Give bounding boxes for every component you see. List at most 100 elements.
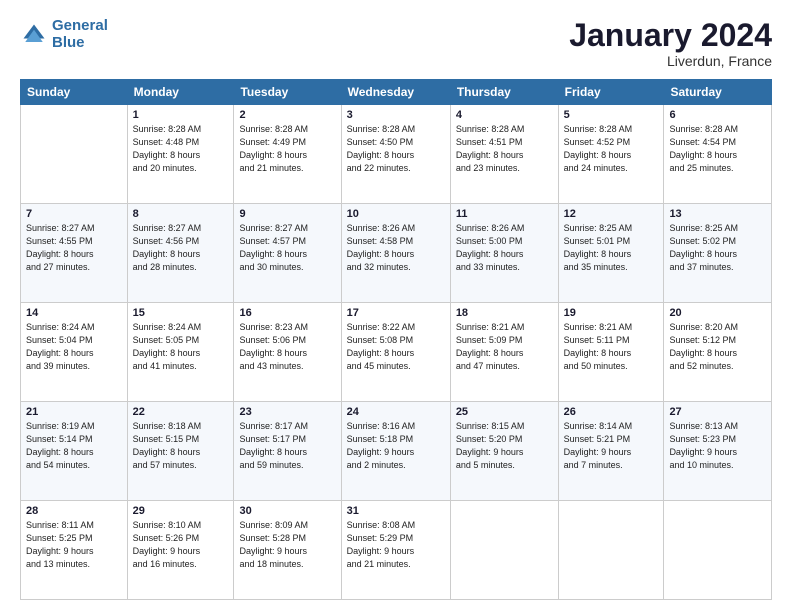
day-info: Sunrise: 8:23 AMSunset: 5:06 PMDaylight:… xyxy=(239,321,335,373)
calendar-cell: 11Sunrise: 8:26 AMSunset: 5:00 PMDayligh… xyxy=(450,204,558,303)
day-number: 15 xyxy=(133,307,229,319)
weekday-header-tuesday: Tuesday xyxy=(234,80,341,105)
day-number: 5 xyxy=(564,109,659,121)
day-number: 10 xyxy=(347,208,445,220)
calendar-cell: 28Sunrise: 8:11 AMSunset: 5:25 PMDayligh… xyxy=(21,501,128,600)
day-info: Sunrise: 8:21 AMSunset: 5:11 PMDaylight:… xyxy=(564,321,659,373)
calendar-header-row: SundayMondayTuesdayWednesdayThursdayFrid… xyxy=(21,80,772,105)
day-number: 7 xyxy=(26,208,122,220)
day-info: Sunrise: 8:13 AMSunset: 5:23 PMDaylight:… xyxy=(669,420,766,472)
calendar-cell: 27 Sunrise: 8:13 AMSunset: 5:23 PMDayligh… xyxy=(664,402,772,501)
calendar-cell: 30Sunrise: 8:09 AMSunset: 5:28 PMDayligh… xyxy=(234,501,341,600)
calendar-week-row: 21 Sunrise: 8:19 AMSunset: 5:14 PMDayligh… xyxy=(21,402,772,501)
calendar-cell: 21 Sunrise: 8:19 AMSunset: 5:14 PMDayligh… xyxy=(21,402,128,501)
day-number: 4 xyxy=(456,109,553,121)
day-number: 23 xyxy=(239,406,335,418)
location: Liverdun, France xyxy=(569,53,772,69)
weekday-header-wednesday: Wednesday xyxy=(341,80,450,105)
calendar-cell: 2 Sunrise: 8:28 AMSunset: 4:49 PMDaylight… xyxy=(234,105,341,204)
calendar-cell: 4 Sunrise: 8:28 AMSunset: 4:51 PMDaylight… xyxy=(450,105,558,204)
day-number: 17 xyxy=(347,307,445,319)
day-info: Sunrise: 8:19 AMSunset: 5:14 PMDaylight:… xyxy=(26,420,122,472)
day-number: 16 xyxy=(239,307,335,319)
day-info: Sunrise: 8:28 AMSunset: 4:52 PMDaylight:… xyxy=(564,123,659,175)
calendar-cell: 17 Sunrise: 8:22 AMSunset: 5:08 PMDayligh… xyxy=(341,303,450,402)
day-number: 8 xyxy=(133,208,229,220)
weekday-header-saturday: Saturday xyxy=(664,80,772,105)
calendar-cell: 6 Sunrise: 8:28 AMSunset: 4:54 PMDaylight… xyxy=(664,105,772,204)
logo-line1: General xyxy=(52,17,108,34)
calendar-body: 1Sunrise: 8:28 AMSunset: 4:48 PMDaylight… xyxy=(21,105,772,600)
day-number: 9 xyxy=(239,208,335,220)
day-number: 2 xyxy=(239,109,335,121)
calendar-cell xyxy=(558,501,664,600)
day-number: 27 xyxy=(669,406,766,418)
calendar-cell xyxy=(664,501,772,600)
calendar-cell: 26Sunrise: 8:14 AMSunset: 5:21 PMDayligh… xyxy=(558,402,664,501)
calendar-cell: 14Sunrise: 8:24 AMSunset: 5:04 PMDayligh… xyxy=(21,303,128,402)
calendar-week-row: 1Sunrise: 8:28 AMSunset: 4:48 PMDaylight… xyxy=(21,105,772,204)
title-block: January 2024 Liverdun, France xyxy=(569,18,772,69)
day-info: Sunrise: 8:22 AMSunset: 5:08 PMDaylight:… xyxy=(347,321,445,373)
day-info: Sunrise: 8:25 AMSunset: 5:01 PMDaylight:… xyxy=(564,222,659,274)
calendar-cell: 1Sunrise: 8:28 AMSunset: 4:48 PMDaylight… xyxy=(127,105,234,204)
logo-text: General Blue xyxy=(52,18,108,51)
calendar-cell: 18 Sunrise: 8:21 AMSunset: 5:09 PMDayligh… xyxy=(450,303,558,402)
day-info: Sunrise: 8:11 AMSunset: 5:25 PMDaylight:… xyxy=(26,519,122,571)
calendar-cell: 31 Sunrise: 8:08 AMSunset: 5:29 PMDayligh… xyxy=(341,501,450,600)
day-info: Sunrise: 8:27 AMSunset: 4:56 PMDaylight:… xyxy=(133,222,229,274)
page: General Blue January 2024 Liverdun, Fran… xyxy=(0,0,792,612)
calendar-cell: 23Sunrise: 8:17 AMSunset: 5:17 PMDayligh… xyxy=(234,402,341,501)
day-info: Sunrise: 8:08 AMSunset: 5:29 PMDaylight:… xyxy=(347,519,445,571)
day-number: 30 xyxy=(239,505,335,517)
weekday-header-thursday: Thursday xyxy=(450,80,558,105)
day-number: 31 xyxy=(347,505,445,517)
calendar-cell: 5 Sunrise: 8:28 AMSunset: 4:52 PMDaylight… xyxy=(558,105,664,204)
day-number: 13 xyxy=(669,208,766,220)
day-number: 24 xyxy=(347,406,445,418)
logo: General Blue xyxy=(20,18,108,51)
day-info: Sunrise: 8:28 AMSunset: 4:49 PMDaylight:… xyxy=(239,123,335,175)
calendar-cell: 20 Sunrise: 8:20 AMSunset: 5:12 PMDayligh… xyxy=(664,303,772,402)
day-info: Sunrise: 8:24 AMSunset: 5:05 PMDaylight:… xyxy=(133,321,229,373)
day-info: Sunrise: 8:15 AMSunset: 5:20 PMDaylight:… xyxy=(456,420,553,472)
weekday-header-monday: Monday xyxy=(127,80,234,105)
calendar-cell: 25 Sunrise: 8:15 AMSunset: 5:20 PMDayligh… xyxy=(450,402,558,501)
day-info: Sunrise: 8:26 AMSunset: 4:58 PMDaylight:… xyxy=(347,222,445,274)
day-info: Sunrise: 8:27 AMSunset: 4:57 PMDaylight:… xyxy=(239,222,335,274)
logo-line2: Blue xyxy=(52,34,85,51)
day-info: Sunrise: 8:26 AMSunset: 5:00 PMDaylight:… xyxy=(456,222,553,274)
weekday-header-friday: Friday xyxy=(558,80,664,105)
day-number: 14 xyxy=(26,307,122,319)
day-number: 20 xyxy=(669,307,766,319)
day-info: Sunrise: 8:25 AMSunset: 5:02 PMDaylight:… xyxy=(669,222,766,274)
day-number: 19 xyxy=(564,307,659,319)
calendar-cell: 16 Sunrise: 8:23 AMSunset: 5:06 PMDayligh… xyxy=(234,303,341,402)
day-number: 21 xyxy=(26,406,122,418)
calendar-cell: 15 Sunrise: 8:24 AMSunset: 5:05 PMDayligh… xyxy=(127,303,234,402)
day-info: Sunrise: 8:28 AMSunset: 4:54 PMDaylight:… xyxy=(669,123,766,175)
day-number: 6 xyxy=(669,109,766,121)
day-info: Sunrise: 8:21 AMSunset: 5:09 PMDaylight:… xyxy=(456,321,553,373)
header: General Blue January 2024 Liverdun, Fran… xyxy=(20,18,772,69)
calendar-cell: 9 Sunrise: 8:27 AMSunset: 4:57 PMDaylight… xyxy=(234,204,341,303)
day-info: Sunrise: 8:27 AMSunset: 4:55 PMDaylight:… xyxy=(26,222,122,274)
calendar-cell: 19 Sunrise: 8:21 AMSunset: 5:11 PMDayligh… xyxy=(558,303,664,402)
day-info: Sunrise: 8:28 AMSunset: 4:50 PMDaylight:… xyxy=(347,123,445,175)
day-info: Sunrise: 8:20 AMSunset: 5:12 PMDaylight:… xyxy=(669,321,766,373)
day-number: 26 xyxy=(564,406,659,418)
day-info: Sunrise: 8:28 AMSunset: 4:51 PMDaylight:… xyxy=(456,123,553,175)
calendar-week-row: 7 Sunrise: 8:27 AMSunset: 4:55 PMDaylight… xyxy=(21,204,772,303)
calendar-cell xyxy=(450,501,558,600)
calendar-cell: 22Sunrise: 8:18 AMSunset: 5:15 PMDayligh… xyxy=(127,402,234,501)
day-number: 25 xyxy=(456,406,553,418)
month-title: January 2024 xyxy=(569,18,772,53)
day-info: Sunrise: 8:10 AMSunset: 5:26 PMDaylight:… xyxy=(133,519,229,571)
calendar-cell: 29 Sunrise: 8:10 AMSunset: 5:26 PMDayligh… xyxy=(127,501,234,600)
day-number: 29 xyxy=(133,505,229,517)
calendar-week-row: 28Sunrise: 8:11 AMSunset: 5:25 PMDayligh… xyxy=(21,501,772,600)
logo-icon xyxy=(20,21,48,49)
day-number: 18 xyxy=(456,307,553,319)
day-number: 12 xyxy=(564,208,659,220)
day-number: 3 xyxy=(347,109,445,121)
